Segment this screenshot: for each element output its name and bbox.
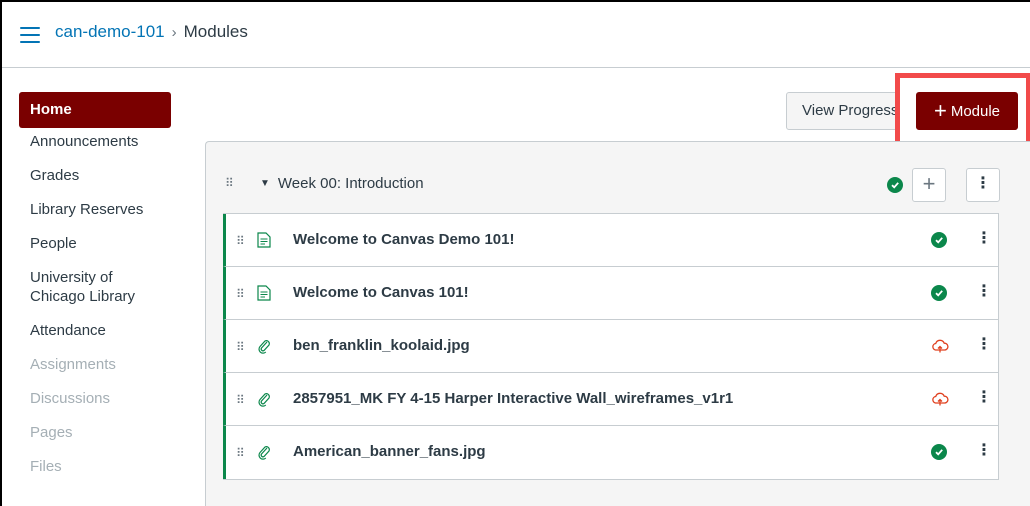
drag-handle-icon[interactable]: ⠿	[236, 235, 245, 247]
item-options-kebab-icon[interactable]: ⋮	[976, 228, 992, 248]
attachment-icon	[258, 340, 270, 354]
nav-item-discussions[interactable]: Discussions	[19, 389, 171, 408]
module-title[interactable]: ▼ Week 00: Introduction	[260, 175, 424, 192]
drag-handle-icon[interactable]: ⠿	[236, 447, 245, 459]
module-item-title[interactable]: American_banner_fans.jpg	[293, 443, 486, 460]
module-item-title[interactable]: Welcome to Canvas 101!	[293, 284, 469, 301]
published-check-icon[interactable]	[931, 444, 947, 460]
nav-item-home[interactable]: Home	[19, 92, 171, 128]
module-title-text: Week 00: Introduction	[277, 175, 424, 192]
breadcrumb-current-page: Modules	[183, 22, 248, 41]
nav-item-files[interactable]: Files	[19, 457, 171, 476]
item-options-kebab-icon[interactable]: ⋮	[976, 334, 992, 354]
nav-item-attendance[interactable]: Attendance	[19, 321, 171, 340]
module-week-00: ⠿ ▼ Week 00: Introduction + ⋮ ⠿ Welcome …	[205, 141, 1030, 506]
nav-item-pages[interactable]: Pages	[19, 423, 171, 442]
module-header: ⠿ ▼ Week 00: Introduction + ⋮	[206, 142, 1030, 214]
hamburger-menu-icon[interactable]	[20, 27, 40, 43]
unpublished-cloud-icon[interactable]	[931, 391, 949, 407]
module-options-kebab-icon[interactable]: ⋮	[966, 168, 1000, 202]
module-item-title[interactable]: ben_franklin_koolaid.jpg	[293, 337, 470, 354]
plus-icon: +	[933, 98, 947, 123]
nav-item-announcements[interactable]: Announcements	[19, 132, 171, 151]
item-options-kebab-icon[interactable]: ⋮	[976, 440, 992, 460]
nav-item-university-library[interactable]: University of Chicago Library	[19, 268, 159, 306]
item-options-kebab-icon[interactable]: ⋮	[976, 387, 992, 407]
nav-item-grades[interactable]: Grades	[19, 166, 171, 185]
attachment-icon	[258, 446, 270, 460]
nav-item-assignments[interactable]: Assignments	[19, 355, 171, 374]
drag-handle-icon[interactable]: ⠿	[236, 288, 245, 300]
course-navigation: Home Announcements Grades Library Reserv…	[19, 92, 171, 476]
drag-handle-icon[interactable]: ⠿	[225, 177, 234, 189]
list-item: ⠿ Welcome to Canvas Demo 101! ⋮	[223, 214, 998, 267]
add-item-button[interactable]: +	[912, 168, 946, 202]
module-item-title[interactable]: 2857951_MK FY 4-15 Harper Interactive Wa…	[293, 390, 733, 407]
page-icon	[257, 285, 271, 301]
canvas-modules-page: can-demo-101 › Modules Home Announcement…	[0, 0, 1030, 506]
drag-handle-icon[interactable]: ⠿	[236, 341, 245, 353]
unpublished-cloud-icon[interactable]	[931, 338, 949, 354]
view-progress-button[interactable]: View Progress	[786, 92, 912, 130]
module-item-title[interactable]: Welcome to Canvas Demo 101!	[293, 231, 514, 248]
published-check-icon[interactable]	[931, 232, 947, 248]
list-item: ⠿ ben_franklin_koolaid.jpg ⋮	[223, 320, 998, 373]
item-options-kebab-icon[interactable]: ⋮	[976, 281, 992, 301]
module-published-check-icon[interactable]	[887, 177, 903, 193]
attachment-icon	[258, 393, 270, 407]
collapse-caret-icon[interactable]: ▼	[260, 178, 270, 189]
nav-item-people[interactable]: People	[19, 234, 171, 253]
drag-handle-icon[interactable]: ⠿	[236, 394, 245, 406]
add-module-button[interactable]: + Module	[916, 92, 1018, 130]
list-item: ⠿ Welcome to Canvas 101! ⋮	[223, 267, 998, 320]
list-item: ⠿ 2857951_MK FY 4-15 Harper Interactive …	[223, 373, 998, 426]
breadcrumb: can-demo-101 › Modules	[55, 22, 248, 42]
nav-item-library-reserves[interactable]: Library Reserves	[19, 200, 171, 219]
add-module-label: Module	[950, 102, 1001, 120]
breadcrumb-separator: ›	[171, 23, 177, 41]
breadcrumb-course-link[interactable]: can-demo-101	[55, 22, 165, 42]
page-icon	[257, 232, 271, 248]
published-check-icon[interactable]	[931, 285, 947, 301]
module-items-list: ⠿ Welcome to Canvas Demo 101! ⋮ ⠿ Welcom…	[223, 213, 999, 480]
list-item: ⠿ American_banner_fans.jpg ⋮	[223, 426, 998, 479]
page-header: can-demo-101 › Modules	[2, 2, 1030, 68]
